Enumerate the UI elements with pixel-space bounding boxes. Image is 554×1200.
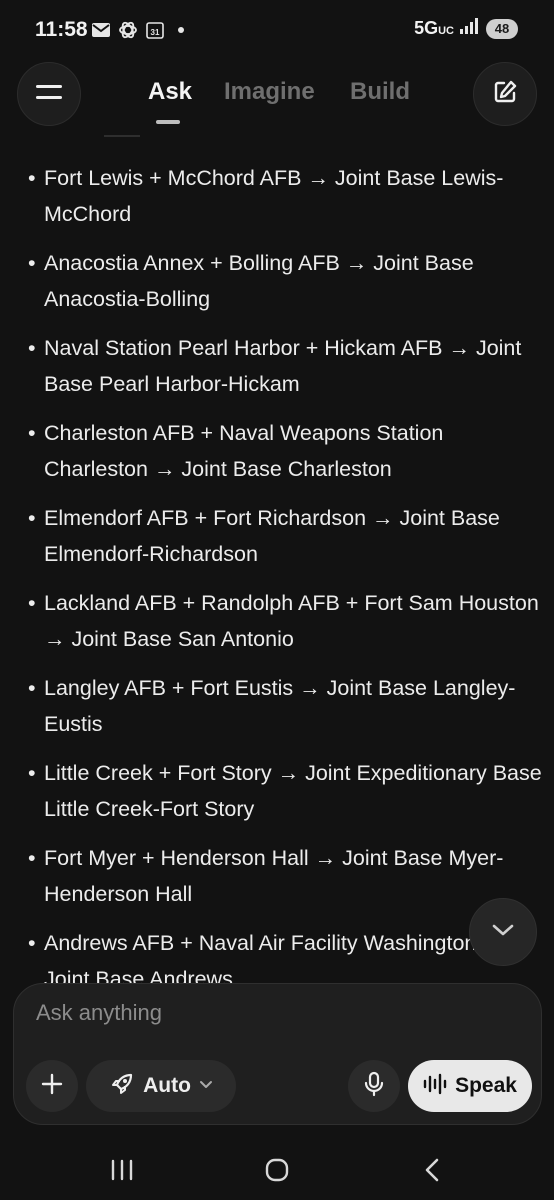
status-bar: 11:58 31 5GUC 48 [0, 0, 554, 60]
hamburger-icon [36, 83, 62, 106]
waveform-icon [423, 1073, 447, 1100]
tab-build[interactable]: Build [350, 78, 410, 106]
mode-selector[interactable]: Auto [86, 1060, 236, 1112]
network-type: 5GUC [414, 18, 454, 39]
signal-icon [460, 18, 480, 39]
speak-button[interactable]: Speak [408, 1060, 532, 1112]
joint-base-list: Fort Lewis + McChord AFB → Joint Base Le… [28, 160, 542, 986]
list-item: Langley AFB + Fort Eustis → Joint Base L… [28, 670, 542, 742]
mail-icon [92, 23, 110, 37]
status-time: 11:58 [35, 18, 88, 41]
scrolled-content-remnant [104, 135, 140, 137]
list-item: Andrews AFB + Naval Air Facility Washing… [28, 925, 542, 986]
calendar-icon: 31 [146, 21, 164, 39]
more-notifications-dot [178, 27, 184, 33]
mode-label: Auto [143, 1074, 191, 1097]
list-item: Lackland AFB + Randolph AFB + Fort Sam H… [28, 585, 542, 657]
recents-icon [109, 1158, 135, 1187]
svg-text:31: 31 [151, 28, 160, 37]
back-icon [422, 1157, 442, 1188]
chatgpt-icon [118, 20, 138, 40]
rocket-icon [109, 1071, 135, 1102]
attach-button[interactable] [26, 1060, 78, 1112]
list-item: Fort Myer + Henderson Hall → Joint Base … [28, 840, 542, 912]
network-sub-label: UC [438, 25, 454, 37]
app-screen: 11:58 31 5GUC 48 Ask Imagine Build • For… [0, 0, 554, 1200]
list-item: Fort Lewis + McChord AFB → Joint Base Le… [28, 160, 542, 232]
mode-tabs: Ask Imagine Build [138, 78, 418, 126]
home-icon [264, 1157, 290, 1188]
chat-response: Fort Lewis + McChord AFB → Joint Base Le… [0, 128, 554, 986]
recents-button[interactable] [98, 1152, 146, 1192]
scroll-to-bottom-button[interactable] [469, 898, 537, 966]
message-composer: Ask anything Auto Speak [13, 983, 542, 1125]
home-button[interactable] [253, 1152, 301, 1192]
list-item: Anacostia Annex + Bolling AFB → Joint Ba… [28, 245, 542, 317]
network-label: 5G [414, 18, 439, 38]
message-input[interactable]: Ask anything [36, 1000, 162, 1026]
menu-button[interactable] [17, 62, 81, 126]
speak-label: Speak [455, 1074, 517, 1097]
list-item: Elmendorf AFB + Fort Richardson → Joint … [28, 500, 542, 572]
list-item: Naval Station Pearl Harbor + Hickam AFB … [28, 330, 542, 402]
chevron-down-icon [199, 1077, 213, 1095]
status-notification-icons: 31 [92, 20, 184, 40]
microphone-icon [364, 1071, 384, 1102]
active-tab-indicator [156, 120, 180, 124]
system-nav-bar [0, 1140, 554, 1200]
compose-icon [492, 79, 518, 110]
status-right-group: 5GUC 48 [414, 18, 518, 39]
new-chat-button[interactable] [473, 62, 537, 126]
list-item: Charleston AFB + Naval Weapons Station C… [28, 415, 542, 487]
battery-indicator: 48 [486, 18, 518, 39]
plus-icon [41, 1073, 63, 1100]
microphone-button[interactable] [348, 1060, 400, 1112]
back-button[interactable] [408, 1152, 456, 1192]
tab-ask[interactable]: Ask [148, 78, 192, 106]
chevron-down-icon [492, 923, 514, 942]
tab-imagine[interactable]: Imagine [224, 78, 315, 106]
list-item: Little Creek + Fort Story → Joint Expedi… [28, 755, 542, 827]
